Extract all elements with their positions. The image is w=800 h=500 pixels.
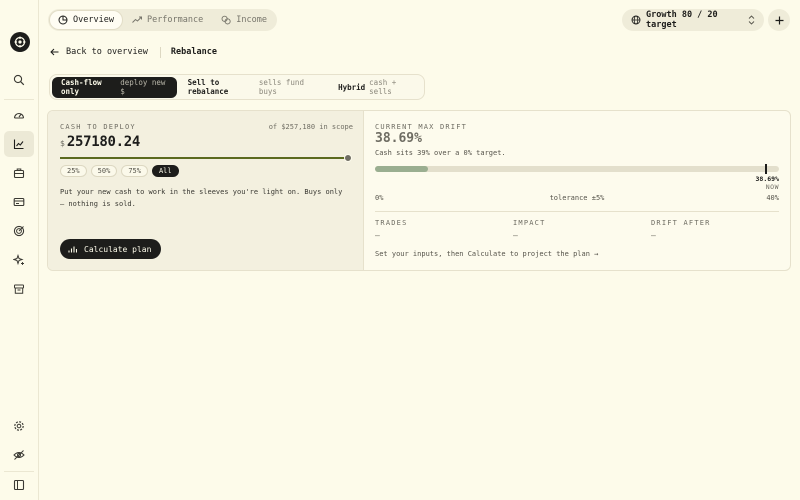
sidebar-item-collapse[interactable] xyxy=(4,472,34,498)
mode-cash-flow-only[interactable]: Cash-flow only deploy new $ xyxy=(52,76,177,98)
mode-sell-to-rebalance[interactable]: Sell to rebalance sells fund buys xyxy=(179,77,327,98)
sidebar-item-archive[interactable] xyxy=(4,276,34,302)
portfolio-target-selector[interactable]: Growth 80 / 20 target xyxy=(622,9,764,31)
app-logo[interactable] xyxy=(10,32,30,52)
bar-chart-icon xyxy=(68,246,77,253)
stat-impact: IMPACT — xyxy=(513,219,546,240)
drift-bar-fill xyxy=(375,166,428,172)
stat-value: — xyxy=(651,231,656,240)
drift-tolerance: tolerance ±5% xyxy=(549,194,605,202)
preset-25[interactable]: 25% xyxy=(60,165,87,177)
cash-slider[interactable] xyxy=(60,154,352,162)
drift-bar xyxy=(375,164,779,174)
sidebar-item-privacy[interactable] xyxy=(4,442,34,468)
drift-scale-max: 40% xyxy=(766,194,779,202)
top-tab-bar: Overview Performance Income xyxy=(48,9,277,31)
mode-hybrid[interactable]: Hybrid cash + sells xyxy=(329,77,422,98)
plan-footnote: Set your inputs, then Calculate to proje… xyxy=(375,250,599,258)
drift-now-label: NOW xyxy=(765,183,779,191)
sidebar-item-accounts[interactable] xyxy=(4,189,34,215)
stat-value: — xyxy=(375,231,380,240)
sidebar-item-holdings[interactable] xyxy=(4,160,34,186)
mode-label: Sell to rebalance xyxy=(187,78,229,96)
add-button[interactable] xyxy=(768,9,790,31)
stat-label: DRIFT AFTER xyxy=(651,219,711,227)
preset-75[interactable]: 75% xyxy=(121,165,148,177)
preset-group: 25% 50% 75% All xyxy=(60,165,179,177)
scope-note: of $257,180 in scope xyxy=(268,123,353,131)
tab-income-label: Income xyxy=(236,15,267,25)
pie-chart-icon xyxy=(58,15,68,25)
stat-trades: TRADES — xyxy=(375,219,408,240)
sidebar-item-goals[interactable] xyxy=(4,218,34,244)
preset-all[interactable]: All xyxy=(151,165,179,177)
sparkle-icon xyxy=(13,254,24,266)
cash-slider-thumb[interactable] xyxy=(344,154,352,162)
portfolio-target-label: Growth 80 / 20 target xyxy=(646,10,718,30)
drift-kicker: CURRENT MAX DRIFT xyxy=(375,123,468,131)
cash-kicker: CASH TO DEPLOY xyxy=(60,123,136,131)
tab-income[interactable]: Income xyxy=(213,11,275,29)
tab-overview-label: Overview xyxy=(73,15,114,25)
briefcase-icon xyxy=(13,168,25,179)
trend-line-icon xyxy=(132,16,142,23)
plus-icon xyxy=(775,16,783,24)
logo-icon xyxy=(14,36,26,48)
divider xyxy=(375,211,779,212)
cash-slider-fill xyxy=(60,157,348,159)
breadcrumb: Back to overview Rebalance xyxy=(50,44,217,60)
stat-label: TRADES xyxy=(375,219,408,227)
mode-label: Cash-flow only xyxy=(61,78,102,96)
stat-value: — xyxy=(513,231,518,240)
sidebar-toggle-icon xyxy=(13,479,25,491)
sidebar-item-search[interactable] xyxy=(4,67,34,93)
tab-overview[interactable]: Overview xyxy=(50,11,122,29)
rebalance-mode-selector: Cash-flow only deploy new $ Sell to reba… xyxy=(49,74,425,100)
sidebar-item-settings[interactable] xyxy=(4,413,34,439)
tab-performance-label: Performance xyxy=(146,15,204,25)
sidebar xyxy=(0,0,39,500)
globe-icon xyxy=(631,15,641,25)
stat-drift-after: DRIFT AFTER — xyxy=(651,219,711,240)
search-icon xyxy=(13,74,25,86)
mode-sublabel: cash + sells xyxy=(369,78,397,96)
drift-value: 38.69% xyxy=(375,131,422,146)
back-label: Back to overview xyxy=(66,47,148,57)
sidebar-item-analytics[interactable] xyxy=(4,131,34,157)
sidebar-item-insights[interactable] xyxy=(4,247,34,273)
drift-panel: CURRENT MAX DRIFT 38.69% Cash sits 39% o… xyxy=(364,111,790,270)
back-to-overview-link[interactable]: Back to overview xyxy=(50,47,148,57)
card-icon xyxy=(13,197,25,207)
chevron-updown-icon xyxy=(748,15,755,25)
target-icon xyxy=(13,225,25,237)
gear-icon xyxy=(14,421,24,431)
preset-50[interactable]: 50% xyxy=(90,165,118,177)
mode-sublabel: deploy new $ xyxy=(120,78,166,96)
drift-now-value: 38.69% xyxy=(755,175,779,183)
mode-label: Hybrid xyxy=(338,82,366,92)
stat-label: IMPACT xyxy=(513,219,546,227)
arrow-left-icon xyxy=(50,48,59,56)
calculate-plan-label: Calculate plan xyxy=(84,244,152,254)
cash-panel: CASH TO DEPLOY of $257,180 in scope $ 25… xyxy=(48,111,364,270)
page-title: Rebalance xyxy=(170,47,217,57)
eye-off-icon xyxy=(13,450,25,460)
coins-icon xyxy=(221,15,231,25)
cash-amount-field[interactable]: $ 257180.24 xyxy=(60,134,140,150)
tab-performance[interactable]: Performance xyxy=(124,11,211,29)
mode-description: Put your new cash to work in the sleeves… xyxy=(60,188,343,208)
line-chart-icon xyxy=(13,139,24,150)
drift-note: Cash sits 39% over a 0% target. xyxy=(375,149,506,157)
sidebar-divider xyxy=(4,99,34,100)
drift-now-marker xyxy=(764,164,767,174)
sidebar-item-dashboard[interactable] xyxy=(4,102,34,128)
rebalance-card: CASH TO DEPLOY of $257,180 in scope $ 25… xyxy=(47,110,791,271)
currency-symbol: $ xyxy=(60,139,65,148)
archive-icon xyxy=(14,284,24,294)
calculate-plan-button[interactable]: Calculate plan xyxy=(60,239,162,259)
gauge-icon xyxy=(13,112,25,119)
breadcrumb-separator xyxy=(159,46,161,58)
cash-amount-value: 257180.24 xyxy=(66,134,140,150)
mode-sublabel: sells fund buys xyxy=(258,78,304,96)
